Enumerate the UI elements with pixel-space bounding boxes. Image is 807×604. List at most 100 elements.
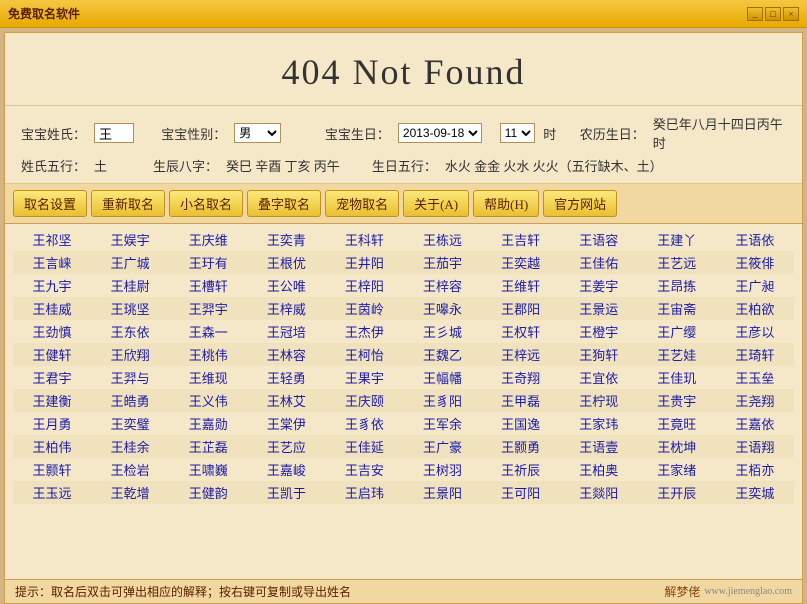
name-cell[interactable]: 王橙宇: [560, 320, 638, 343]
name-cell[interactable]: 王彦以: [716, 320, 794, 343]
last-name-input[interactable]: [94, 123, 134, 143]
name-cell[interactable]: 王景运: [560, 297, 638, 320]
name-cell[interactable]: 王芷磊: [169, 435, 247, 458]
name-cell[interactable]: 王槽轩: [169, 274, 247, 297]
name-cell[interactable]: 王根优: [247, 251, 325, 274]
name-cell[interactable]: 王羿宇: [169, 297, 247, 320]
name-cell[interactable]: 王语翔: [716, 435, 794, 458]
toolbar-btn-3[interactable]: 叠字取名: [247, 190, 321, 217]
name-cell[interactable]: 王开辰: [638, 481, 716, 504]
name-cell[interactable]: 王嘉依: [716, 412, 794, 435]
name-cell[interactable]: 王语依: [716, 228, 794, 251]
name-cell[interactable]: 王狗轩: [560, 343, 638, 366]
name-cell[interactable]: 王可阳: [482, 481, 560, 504]
toolbar-btn-2[interactable]: 小名取名: [169, 190, 243, 217]
name-cell[interactable]: 王井阳: [325, 251, 403, 274]
name-cell[interactable]: 王甲磊: [482, 389, 560, 412]
hour-select[interactable]: 11: [500, 123, 536, 143]
name-cell[interactable]: 王颢勇: [482, 435, 560, 458]
name-cell[interactable]: 王桂尉: [91, 274, 169, 297]
name-cell[interactable]: 王珧坚: [91, 297, 169, 320]
gender-select[interactable]: 男 女: [234, 123, 281, 143]
name-cell[interactable]: 王吉安: [325, 458, 403, 481]
name-cell[interactable]: 王嘉峻: [247, 458, 325, 481]
name-cell[interactable]: 王九宇: [13, 274, 91, 297]
name-cell[interactable]: 王颢轩: [13, 458, 91, 481]
name-cell[interactable]: 王枕坤: [638, 435, 716, 458]
name-cell[interactable]: 王家玮: [560, 412, 638, 435]
name-cell[interactable]: 王玗有: [169, 251, 247, 274]
name-cell[interactable]: 王健韵: [169, 481, 247, 504]
toolbar-btn-0[interactable]: 取名设置: [13, 190, 87, 217]
name-cell[interactable]: 王果宇: [325, 366, 403, 389]
name-cell[interactable]: 王启玮: [325, 481, 403, 504]
name-cell[interactable]: 王劲慎: [13, 320, 91, 343]
name-cell[interactable]: 王魏乙: [403, 343, 481, 366]
birthday-select[interactable]: 2013-09-18: [398, 123, 482, 143]
name-cell[interactable]: 王树羽: [403, 458, 481, 481]
name-cell[interactable]: 王玉垒: [716, 366, 794, 389]
name-cell[interactable]: 王柠现: [560, 389, 638, 412]
toolbar-btn-1[interactable]: 重新取名: [91, 190, 165, 217]
name-cell[interactable]: 王琦轩: [716, 343, 794, 366]
name-cell[interactable]: 王柏奥: [560, 458, 638, 481]
minimize-button[interactable]: _: [747, 7, 763, 21]
name-cell[interactable]: 王桂威: [13, 297, 91, 320]
name-cell[interactable]: 王柏伟: [13, 435, 91, 458]
name-cell[interactable]: 王桃伟: [169, 343, 247, 366]
name-cell[interactable]: 王奇翔: [482, 366, 560, 389]
name-cell[interactable]: 王奕越: [482, 251, 560, 274]
name-cell[interactable]: 王国逸: [482, 412, 560, 435]
name-cell[interactable]: 王凯于: [247, 481, 325, 504]
name-cell[interactable]: 王艺娃: [638, 343, 716, 366]
toolbar-btn-7[interactable]: 官方网站: [543, 190, 617, 217]
maximize-button[interactable]: □: [765, 7, 781, 21]
name-cell[interactable]: 王燚阳: [560, 481, 638, 504]
name-cell[interactable]: 王茄宇: [403, 251, 481, 274]
name-cell[interactable]: 王艺远: [638, 251, 716, 274]
name-cell[interactable]: 王冠培: [247, 320, 325, 343]
name-cell[interactable]: 王佳佑: [560, 251, 638, 274]
name-cell[interactable]: 王玉远: [13, 481, 91, 504]
name-cell[interactable]: 王栋远: [403, 228, 481, 251]
name-cell[interactable]: 王佳延: [325, 435, 403, 458]
name-cell[interactable]: 王吉轩: [482, 228, 560, 251]
name-cell[interactable]: 王广豪: [403, 435, 481, 458]
name-cell[interactable]: 王森一: [169, 320, 247, 343]
name-cell[interactable]: 王贵宇: [638, 389, 716, 412]
name-cell[interactable]: 王健轩: [13, 343, 91, 366]
name-cell[interactable]: 王奕璧: [91, 412, 169, 435]
toolbar-btn-6[interactable]: 帮助(H): [473, 190, 539, 217]
name-cell[interactable]: 王广缨: [638, 320, 716, 343]
name-cell[interactable]: 王景阳: [403, 481, 481, 504]
name-cell[interactable]: 王欣翔: [91, 343, 169, 366]
name-cell[interactable]: 王维轩: [482, 274, 560, 297]
name-cell[interactable]: 王林艾: [247, 389, 325, 412]
name-cell[interactable]: 王广昶: [716, 274, 794, 297]
toolbar-btn-4[interactable]: 宠物取名: [325, 190, 399, 217]
name-cell[interactable]: 王皓勇: [91, 389, 169, 412]
name-cell[interactable]: 王祈辰: [482, 458, 560, 481]
name-cell[interactable]: 王豸阳: [403, 389, 481, 412]
name-cell[interactable]: 王乾增: [91, 481, 169, 504]
close-button[interactable]: ×: [783, 7, 799, 21]
name-cell[interactable]: 王桂余: [91, 435, 169, 458]
name-cell[interactable]: 王柯怡: [325, 343, 403, 366]
name-cell[interactable]: 王宜依: [560, 366, 638, 389]
name-cell[interactable]: 王权轩: [482, 320, 560, 343]
name-cell[interactable]: 王娱宇: [91, 228, 169, 251]
name-cell[interactable]: 王语容: [560, 228, 638, 251]
name-cell[interactable]: 王艺应: [247, 435, 325, 458]
name-cell[interactable]: 王郡阳: [482, 297, 560, 320]
name-cell[interactable]: 王梓阳: [325, 274, 403, 297]
name-cell[interactable]: 王竟旺: [638, 412, 716, 435]
name-cell[interactable]: 王言崃: [13, 251, 91, 274]
name-cell[interactable]: 王幅幡: [403, 366, 481, 389]
name-cell[interactable]: 王梓威: [247, 297, 325, 320]
name-cell[interactable]: 王姜宇: [560, 274, 638, 297]
name-cell[interactable]: 王柏欲: [716, 297, 794, 320]
name-cell[interactable]: 王尧翔: [716, 389, 794, 412]
name-cell[interactable]: 王筱俳: [716, 251, 794, 274]
name-cell[interactable]: 王豸依: [325, 412, 403, 435]
name-cell[interactable]: 王建衡: [13, 389, 91, 412]
